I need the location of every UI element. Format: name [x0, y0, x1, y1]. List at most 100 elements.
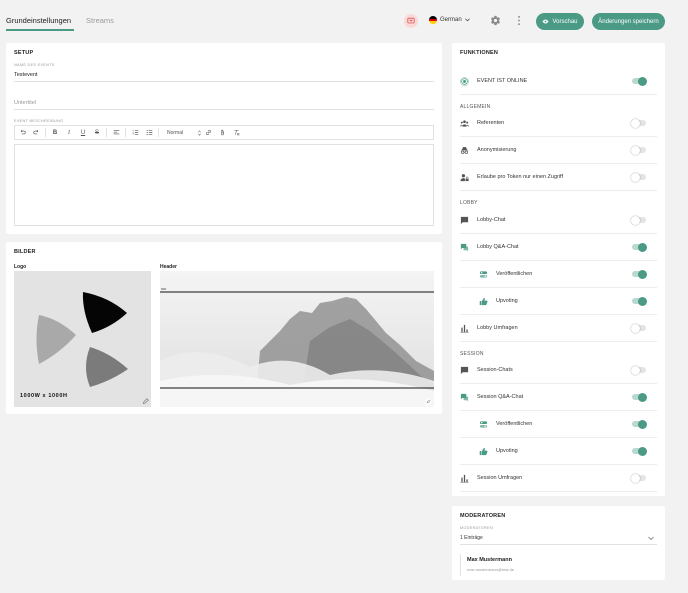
edit-icon[interactable]	[425, 398, 432, 405]
lobby-upvoting-label: Upvoting	[496, 298, 518, 304]
toggle-row-lobby-qa: Lobby Q&A-Chat	[460, 235, 657, 261]
allgemein-label: ALLGEMEIN	[460, 104, 491, 110]
lobby-chat-label: Lobby-Chat	[477, 217, 506, 223]
toolbar-divider	[125, 128, 126, 137]
format-select-value: Normal	[167, 129, 184, 136]
bold-icon[interactable]: B	[48, 126, 62, 139]
user-lock-icon	[460, 174, 469, 182]
attachment-icon[interactable]	[215, 126, 229, 139]
language-label: German	[440, 17, 462, 23]
toggle-row-session-publish: Veröffentlichen	[460, 412, 657, 438]
link-icon[interactable]	[201, 126, 215, 139]
toggle-row-token: Erlaube pro Token nur einen Zugriff	[460, 165, 657, 191]
session-chats-toggle[interactable]	[631, 365, 646, 375]
anonymisierung-toggle[interactable]	[631, 145, 646, 155]
lobby-upvoting-toggle[interactable]	[632, 296, 647, 306]
event-name-input[interactable]: Testevent	[14, 72, 38, 78]
session-qa-toggle[interactable]	[632, 392, 647, 402]
referenten-label: Referenten	[477, 120, 505, 126]
session-umfragen-toggle[interactable]	[631, 473, 646, 483]
qa-chat-icon	[460, 393, 469, 402]
description-editor[interactable]	[14, 144, 434, 226]
poll-icon	[460, 474, 469, 483]
tab-grundeinstellungen[interactable]: Grundeinstellungen	[6, 16, 71, 25]
chevron-down-icon	[464, 18, 470, 22]
event-name-label: NAME DES EVENTS	[14, 63, 55, 67]
logo-size-label: 1000W x 1000H	[20, 393, 68, 399]
redo-icon[interactable]	[29, 126, 43, 139]
moderatoren-select[interactable]: 1 Einträge	[460, 535, 657, 545]
session-publish-toggle[interactable]	[632, 419, 647, 429]
toggle-row-anonymisierung: Anonymisierung	[460, 138, 657, 164]
qa-chat-icon	[460, 243, 469, 252]
token-label: Erlaube pro Token nur einen Zugriff	[477, 174, 564, 180]
undo-icon[interactable]	[15, 126, 29, 139]
toolbar-divider	[45, 128, 46, 137]
toggle-row-lobby-umfragen: Lobby Umfragen	[460, 316, 657, 342]
bilder-title: BILDER	[14, 249, 36, 255]
toggle-row-online: EVENT IST ONLINE	[460, 69, 657, 95]
thumbs-up-icon	[479, 447, 488, 456]
moderatoren-title: MODERATOREN	[460, 513, 506, 519]
toggle-row-session-upvoting: Upvoting	[460, 439, 657, 465]
moderator-name: Max Mustermann	[467, 557, 512, 563]
more-options-icon[interactable]	[517, 15, 521, 26]
moderatoren-select-label: MODERATOREN	[460, 526, 493, 530]
clear-format-icon[interactable]	[229, 126, 243, 139]
chevron-down-icon	[648, 536, 654, 541]
header-upload[interactable]	[160, 271, 434, 407]
lobby-qa-label: Lobby Q&A-Chat	[477, 244, 519, 250]
strikethrough-icon[interactable]: S	[90, 126, 104, 139]
italic-icon[interactable]: I	[62, 126, 76, 139]
toggle-row-session-umfragen: Session Umfragen	[460, 466, 657, 492]
moderatoren-select-value: 1 Einträge	[460, 535, 483, 541]
session-upvoting-toggle[interactable]	[632, 446, 647, 456]
tab-streams[interactable]: Streams	[86, 16, 114, 25]
bullet-list-icon[interactable]	[142, 126, 156, 139]
online-toggle[interactable]	[632, 76, 647, 86]
chat-icon	[460, 366, 469, 375]
lobby-label: LOBBY	[460, 200, 478, 206]
session-chats-label: Session-Chats	[477, 367, 513, 373]
online-label: EVENT IST ONLINE	[477, 78, 528, 84]
toggle-row-lobby-upvoting: Upvoting	[460, 289, 657, 315]
german-flag-icon	[429, 16, 437, 24]
toggle-row-referenten: Referenten	[460, 111, 657, 137]
setup-card: SETUP NAME DES EVENTS Testevent Untertit…	[6, 43, 442, 234]
publish-icon	[479, 421, 488, 428]
lobby-umfragen-toggle[interactable]	[631, 323, 646, 333]
translate-icon[interactable]	[404, 14, 418, 28]
subtitle-input[interactable]: Untertitel	[14, 100, 36, 106]
publish-icon	[479, 271, 488, 278]
referenten-toggle[interactable]	[631, 118, 646, 128]
format-select[interactable]: Normal	[167, 130, 201, 136]
language-select[interactable]: German	[429, 16, 470, 24]
speakers-icon	[460, 120, 469, 127]
session-upvoting-label: Upvoting	[496, 448, 518, 454]
lobby-chat-toggle[interactable]	[631, 215, 646, 225]
token-toggle[interactable]	[631, 172, 646, 182]
setup-title: SETUP	[14, 50, 34, 56]
align-icon[interactable]	[109, 126, 123, 139]
funktionen-card: FUNKTIONEN EVENT IST ONLINE ALLGEMEIN Re…	[452, 43, 665, 496]
editor-toolbar: B I U S Normal	[14, 125, 434, 140]
lobby-publish-toggle[interactable]	[632, 269, 647, 279]
lobby-qa-toggle[interactable]	[632, 242, 647, 252]
toggle-row-session-qa: Session Q&A-Chat	[460, 385, 657, 411]
save-button[interactable]: Änderungen speichern	[592, 13, 665, 30]
toggle-row-lobby-chat: Lobby-Chat	[460, 208, 657, 234]
moderator-list-item[interactable]: Max Mustermann max.mustermann@test.de	[460, 554, 657, 576]
subtitle-underline	[14, 109, 434, 110]
funktionen-title: FUNKTIONEN	[460, 50, 499, 56]
gear-icon[interactable]	[490, 15, 501, 26]
eye-icon	[542, 19, 549, 24]
underline-icon[interactable]: U	[76, 126, 90, 139]
session-umfragen-label: Session Umfragen	[477, 475, 523, 481]
ordered-list-icon[interactable]	[128, 126, 142, 139]
logo-upload[interactable]: 1000W x 1000H	[14, 271, 151, 407]
moderatoren-card: MODERATOREN MODERATOREN 1 Einträge Max M…	[452, 506, 665, 580]
edit-icon[interactable]	[142, 398, 149, 405]
preview-button[interactable]: Vorschau	[536, 13, 584, 30]
session-qa-label: Session Q&A-Chat	[477, 394, 524, 400]
header-label: Header	[160, 264, 177, 270]
